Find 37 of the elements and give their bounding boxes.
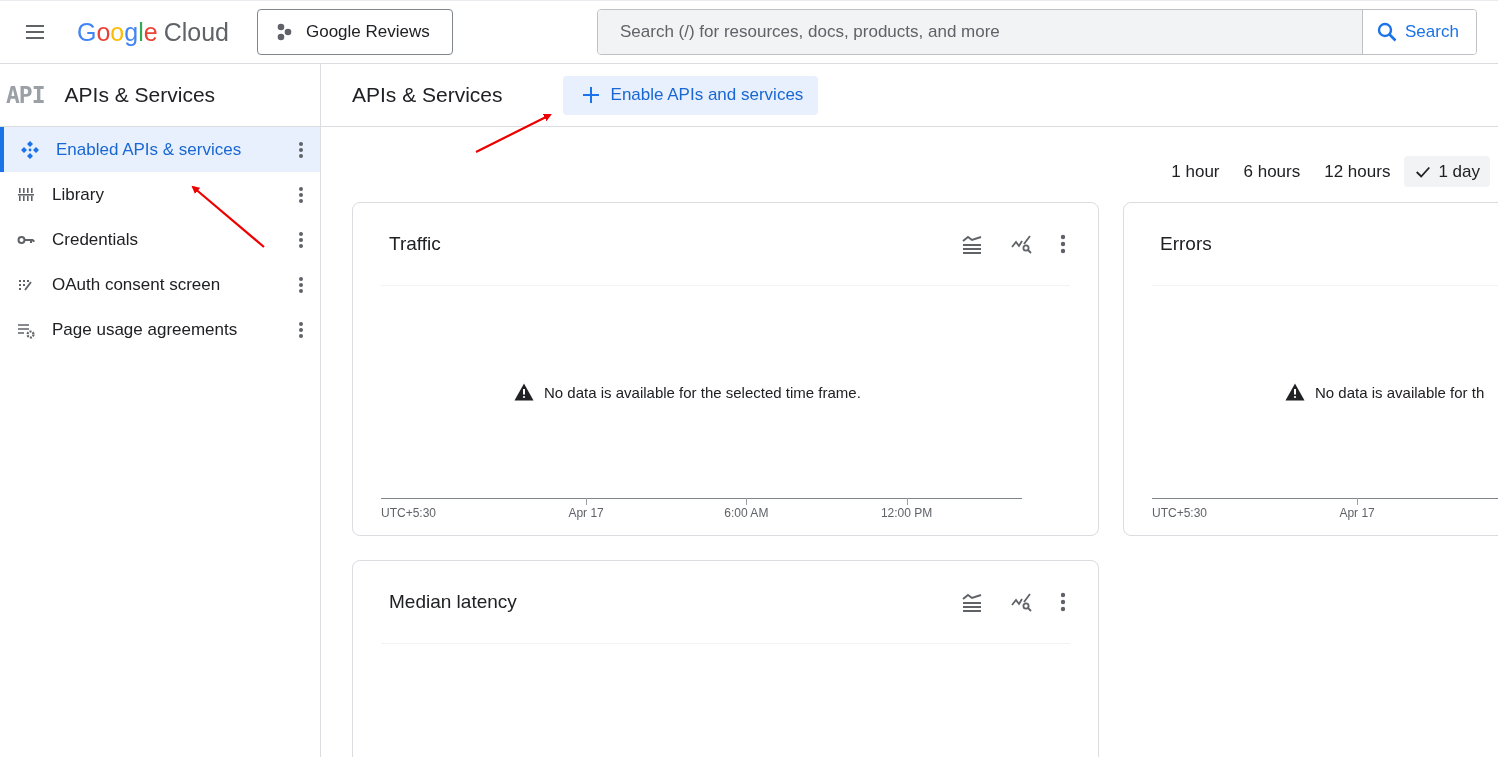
more-options-icon[interactable] xyxy=(298,230,304,249)
sidebar-item[interactable]: Enabled APIs & services xyxy=(0,127,320,172)
more-options-icon[interactable] xyxy=(298,185,304,204)
warning-icon xyxy=(514,382,534,402)
time-range-chip[interactable]: 1 hour xyxy=(1161,156,1230,187)
api-label: API xyxy=(6,82,45,108)
time-range-chip[interactable]: 1 day xyxy=(1404,156,1490,187)
sidebar-item[interactable]: Page usage agreements xyxy=(0,307,320,352)
time-range-chip[interactable]: 12 hours xyxy=(1314,156,1401,187)
more-options-icon[interactable] xyxy=(1060,592,1066,612)
google-cloud-logo[interactable]: Google Cloud xyxy=(77,17,229,47)
axis-label: Apr 17 xyxy=(568,506,604,520)
axis-label: 12:00 PM xyxy=(880,506,933,520)
sidebar-item[interactable]: OAuth consent screen xyxy=(0,262,320,307)
axis-label: 6:00 AM xyxy=(724,506,769,520)
time-range-chip[interactable]: 6 hours xyxy=(1233,156,1311,187)
sidebar-item[interactable]: Credentials xyxy=(0,217,320,262)
warning-icon xyxy=(1285,382,1305,402)
more-options-icon[interactable] xyxy=(298,275,304,294)
more-options-icon[interactable] xyxy=(298,140,304,159)
project-picker[interactable]: Google Reviews xyxy=(256,9,453,55)
axis-label: UTC+5:30 xyxy=(1152,506,1208,520)
card-title: Traffic xyxy=(389,233,441,255)
no-data-message: No data is available for the selected time frame. xyxy=(544,383,861,401)
diamond-dots-icon xyxy=(20,139,40,160)
section-title: APIs & Services xyxy=(64,83,216,107)
more-options-icon[interactable] xyxy=(298,320,304,339)
page-title: APIs & Services xyxy=(352,83,503,107)
card-title: Median latency xyxy=(389,591,517,613)
plus-icon xyxy=(580,85,601,105)
more-options-icon[interactable] xyxy=(1060,234,1066,254)
card-title: Errors xyxy=(1160,233,1212,255)
no-data-message: No data is available for th xyxy=(1315,383,1485,401)
axis-label: UTC+5:30 xyxy=(381,506,437,520)
axis-label: Apr 17 xyxy=(1339,506,1375,520)
enable-apis-button[interactable]: Enable APIs and services xyxy=(562,75,819,115)
sidebar-item[interactable]: Library xyxy=(0,172,320,217)
